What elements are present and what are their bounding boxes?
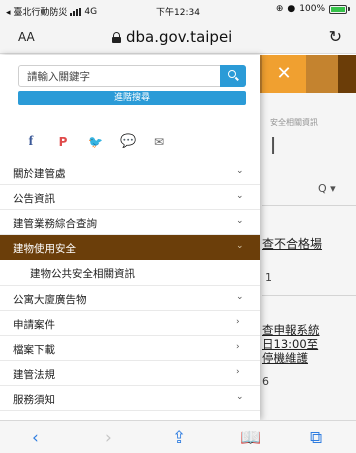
header-edge xyxy=(338,55,356,93)
status-right: ⊕ ● 100% xyxy=(276,4,350,14)
browser-address-bar: AA dba.gov.taipei ↻ xyxy=(0,20,356,54)
menu-item-label: 公告資訊 xyxy=(13,193,55,205)
network-label: 4G xyxy=(84,6,98,17)
text-size-button[interactable]: AA xyxy=(18,30,35,44)
menu-item-label: 申請案件 xyxy=(13,319,55,331)
search-button[interactable] xyxy=(220,65,246,87)
url-text: dba.gov.taipei xyxy=(126,28,233,46)
chevron-down-icon: ⌄ xyxy=(236,216,244,226)
search-input[interactable] xyxy=(27,69,207,84)
lock-rotation-icon: ● xyxy=(287,4,296,14)
side-menu: 進階搜尋 f P 🐦 💬 ✉ 關於建管處 ⌄ 公告資訊 ⌄ 建管業務綜合查詢 ⌄… xyxy=(0,55,260,420)
location-icon: ⊕ xyxy=(275,4,284,14)
plurk-icon[interactable]: P xyxy=(56,135,70,149)
chevron-right-icon: › xyxy=(236,317,240,327)
close-icon: ✕ xyxy=(276,63,292,84)
battery-percent: 100% xyxy=(299,4,325,14)
menu-item-label: 建物使用安全 xyxy=(13,243,76,255)
menu-item-business-query[interactable]: 建管業務綜合查詢 ⌄ xyxy=(0,210,260,235)
chevron-down-icon: ⌄ xyxy=(236,292,244,302)
browser-toolbar: ‹ › ⇪ 📖 ⧉ xyxy=(0,420,356,453)
menu-item-service-notes[interactable]: 服務須知 ⌄ xyxy=(0,386,260,411)
url-field[interactable]: dba.gov.taipei xyxy=(112,28,232,46)
menu-list: 關於建管處 ⌄ 公告資訊 ⌄ 建管業務綜合查詢 ⌄ 建物使用安全 ⌄ 建物公共安… xyxy=(0,160,260,411)
menu-item-label: 關於建管處 xyxy=(13,168,66,180)
status-left: ◂ 臺北行動防災 4G xyxy=(6,5,98,19)
social-share: f P 🐦 💬 ✉ xyxy=(24,135,166,150)
menu-item-about[interactable]: 關於建管處 ⌄ xyxy=(0,160,260,185)
close-menu-button[interactable]: ✕ xyxy=(262,55,306,93)
chevron-down-icon: ⌄ xyxy=(236,166,244,176)
menu-item-applications[interactable]: 申請案件 › xyxy=(0,311,260,336)
menu-item-apartment-ads[interactable]: 公寓大廈廣告物 ⌄ xyxy=(0,286,260,311)
menu-item-label: 服務須知 xyxy=(13,394,55,406)
menu-item-label: 建管法規 xyxy=(13,369,55,381)
chevron-right-icon: › xyxy=(236,342,240,352)
menu-item-label: 建物公共安全相關資訊 xyxy=(30,268,135,280)
menu-item-label: 建管業務綜合查詢 xyxy=(13,218,97,230)
menu-search xyxy=(18,65,246,87)
menu-item-announcements[interactable]: 公告資訊 ⌄ xyxy=(0,185,260,210)
back-icon[interactable]: ‹ xyxy=(32,428,39,448)
menu-item-building-safety[interactable]: 建物使用安全 ⌄ xyxy=(0,235,260,260)
chevron-down-icon: ⌄ xyxy=(236,392,244,402)
search-icon-handle xyxy=(235,76,239,81)
advanced-search-button[interactable]: 進階搜尋 xyxy=(18,91,246,105)
lock-icon xyxy=(112,31,121,43)
reload-icon[interactable]: ↻ xyxy=(329,27,342,46)
menu-item-regulations[interactable]: 建管法規 › xyxy=(0,361,260,386)
submenu-item-public-safety-info[interactable]: 建物公共安全相關資訊 xyxy=(0,260,260,286)
bookmarks-icon[interactable]: 📖 xyxy=(240,428,261,448)
line-icon[interactable]: 💬 xyxy=(120,135,136,149)
twitter-icon[interactable]: 🐦 xyxy=(88,135,103,149)
chevron-right-icon: › xyxy=(236,367,240,377)
forward-icon[interactable]: › xyxy=(105,428,112,448)
chevron-down-icon: ⌄ xyxy=(236,241,244,251)
menu-item-label: 檔案下載 xyxy=(13,344,55,356)
carrier-label: ◂ 臺北行動防災 xyxy=(6,8,68,18)
chevron-down-icon: ⌄ xyxy=(236,191,244,201)
share-icon[interactable]: ⇪ xyxy=(172,428,186,448)
tabs-icon[interactable]: ⧉ xyxy=(310,428,322,448)
status-bar: ◂ 臺北行動防災 4G 下午12:34 ⊕ ● 100% xyxy=(0,0,356,20)
menu-item-label: 公寓大廈廣告物 xyxy=(13,294,87,306)
battery-icon xyxy=(329,4,350,14)
facebook-icon[interactable]: f xyxy=(24,135,38,149)
status-time: 下午12:34 xyxy=(156,8,200,18)
email-icon[interactable]: ✉ xyxy=(152,135,166,149)
menu-item-downloads[interactable]: 檔案下載 › xyxy=(0,336,260,361)
signal-icon xyxy=(70,7,82,16)
